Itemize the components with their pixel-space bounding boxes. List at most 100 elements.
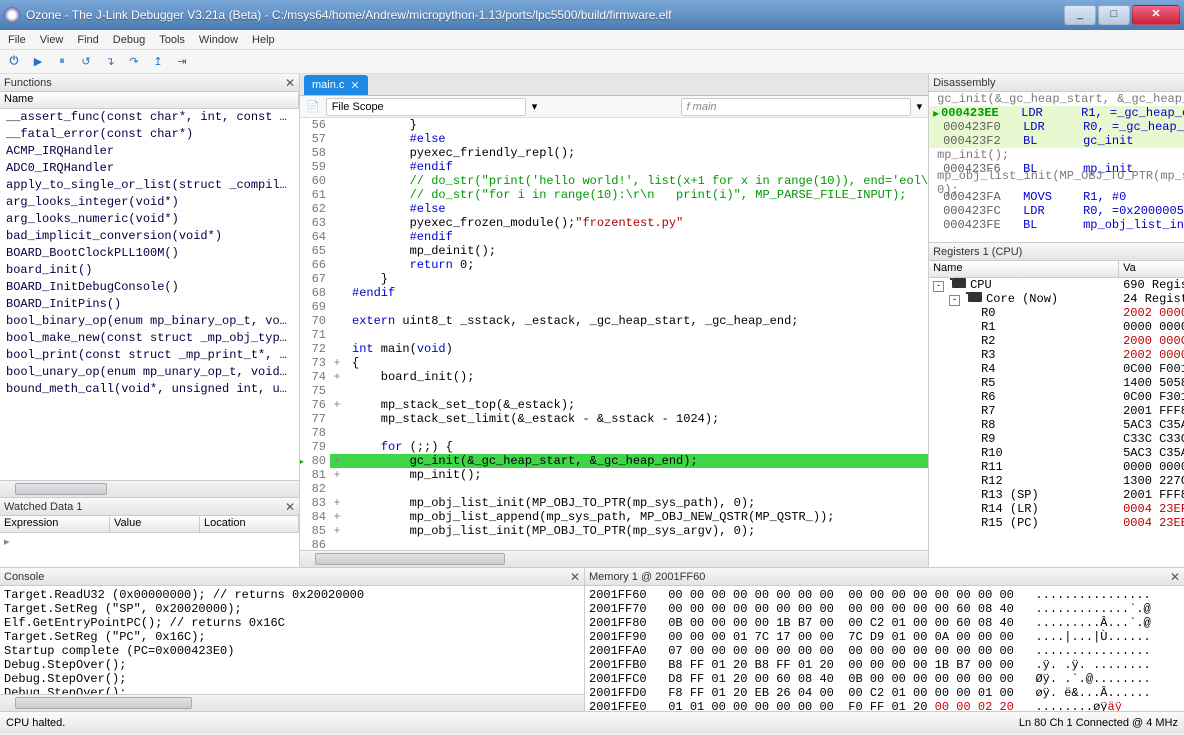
source-line[interactable]: 58 pyexec_friendly_repl();: [300, 146, 928, 160]
registers-body[interactable]: -CPU690 Registers-Core (Now)24 Registers…: [929, 278, 1184, 567]
close-icon[interactable]: ✕: [1170, 570, 1180, 584]
menu-file[interactable]: File: [8, 34, 26, 46]
register-row[interactable]: R10000 0000: [929, 320, 1184, 334]
function-item[interactable]: arg_looks_numeric(void*): [0, 211, 299, 228]
source-line[interactable]: 85+ mp_obj_list_init(MP_OBJ_TO_PTR(mp_sy…: [300, 524, 928, 538]
play-icon[interactable]: ▶: [30, 54, 46, 70]
close-icon[interactable]: ✕: [285, 76, 295, 90]
close-icon[interactable]: ✕: [570, 570, 580, 584]
source-line[interactable]: 70extern uint8_t _sstack, _estack, _gc_h…: [300, 314, 928, 328]
function-item[interactable]: bad_implicit_conversion(void*): [0, 228, 299, 245]
source-line[interactable]: 59 #endif: [300, 160, 928, 174]
register-row[interactable]: R105AC3 C35A: [929, 446, 1184, 460]
function-item[interactable]: bound_meth_call(void*, unsigned int, uns…: [0, 381, 299, 398]
function-item[interactable]: bool_binary_op(enum mp_binary_op_t, void…: [0, 313, 299, 330]
source-line[interactable]: 61 // do_str("for i in range(10):\r\n pr…: [300, 188, 928, 202]
source-line[interactable]: 74+ board_init();: [300, 370, 928, 384]
disasm-row[interactable]: ▸000423EELDRR1, =_gc_heap_end: [929, 106, 1184, 120]
function-item[interactable]: ADC0_IRQHandler: [0, 160, 299, 177]
source-line[interactable]: 77 mp_stack_set_limit(&_estack - &_sstac…: [300, 412, 928, 426]
disasm-row[interactable]: mp_obj_list_init(MP_OBJ_TO_PTR(mp_sys_pa…: [929, 176, 1184, 190]
reset-icon[interactable]: ↺: [78, 54, 94, 70]
memory-row[interactable]: 2001FF60 00 00 00 00 00 00 00 00 00 00 0…: [589, 588, 1180, 602]
function-item[interactable]: BOARD_BootClockPLL100M(): [0, 245, 299, 262]
close-tab-icon[interactable]: ✕: [350, 79, 359, 92]
console-output[interactable]: Target.ReadU32 (0x00000000); // returns …: [0, 586, 584, 694]
source-line[interactable]: 81+ mp_init();: [300, 468, 928, 482]
source-line[interactable]: 69: [300, 300, 928, 314]
register-row[interactable]: R40C00 F001: [929, 362, 1184, 376]
step-over-icon[interactable]: ↷: [126, 54, 142, 70]
function-combo[interactable]: [681, 98, 911, 116]
disasm-row[interactable]: 000423FEBLmp_obj_list_init: [929, 218, 1184, 232]
register-row[interactable]: R110000 0000: [929, 460, 1184, 474]
source-line[interactable]: 67 }: [300, 272, 928, 286]
register-row[interactable]: R85AC3 C35A: [929, 418, 1184, 432]
memory-row[interactable]: 2001FFE0 01 01 00 00 00 00 00 00 F0 FF 0…: [589, 700, 1180, 711]
console-hscroll[interactable]: [0, 694, 584, 711]
scope-combo[interactable]: [326, 98, 526, 116]
memory-row[interactable]: 2001FF90 00 00 00 01 7C 17 00 00 7C D9 0…: [589, 630, 1180, 644]
memory-row[interactable]: 2001FF70 00 00 00 00 00 00 00 00 00 00 0…: [589, 602, 1180, 616]
disassembly-view[interactable]: gc_init(&_gc_heap_start, &_gc_heap_end);…: [929, 92, 1184, 242]
source-line[interactable]: 86: [300, 538, 928, 550]
register-row[interactable]: R15 (PC)0004 23EE: [929, 516, 1184, 530]
register-row[interactable]: R51400 5058: [929, 376, 1184, 390]
source-editor[interactable]: 56 }57 #else58 pyexec_friendly_repl();59…: [300, 118, 928, 550]
step-into-icon[interactable]: ↴: [102, 54, 118, 70]
step-out-icon[interactable]: ↥: [150, 54, 166, 70]
source-line[interactable]: 84+ mp_obj_list_append(mp_sys_path, MP_O…: [300, 510, 928, 524]
source-line[interactable]: 63 pyexec_frozen_module();"frozentest.py…: [300, 216, 928, 230]
function-item[interactable]: __fatal_error(const char*): [0, 126, 299, 143]
register-row[interactable]: R72001 FFF8: [929, 404, 1184, 418]
window-close-button[interactable]: ✕: [1132, 5, 1180, 25]
source-line[interactable]: 68#endif: [300, 286, 928, 300]
memory-row[interactable]: 2001FFC0 D8 FF 01 20 00 60 08 40 0B 00 0…: [589, 672, 1180, 686]
function-item[interactable]: bool_print(const struct _mp_print_t*, vo…: [0, 347, 299, 364]
register-row[interactable]: R22000 000C: [929, 334, 1184, 348]
source-line[interactable]: 83+ mp_obj_list_init(MP_OBJ_TO_PTR(mp_sy…: [300, 496, 928, 510]
chevron-down-icon[interactable]: ▾: [917, 100, 923, 113]
source-line[interactable]: 56 }: [300, 118, 928, 132]
disasm-row[interactable]: 000423F0LDRR0, =_gc_heap_start: [929, 120, 1184, 134]
source-line[interactable]: 72int main(void): [300, 342, 928, 356]
source-line[interactable]: 65 mp_deinit();: [300, 244, 928, 258]
window-maximize-button[interactable]: □: [1098, 5, 1130, 25]
register-row[interactable]: R60C00 F301: [929, 390, 1184, 404]
function-item[interactable]: bool_unary_op(enum mp_unary_op_t, void*): [0, 364, 299, 381]
source-line[interactable]: 66 return 0;: [300, 258, 928, 272]
source-line[interactable]: 62 #else: [300, 202, 928, 216]
function-item[interactable]: ACMP_IRQHandler: [0, 143, 299, 160]
memory-row[interactable]: 2001FFA0 07 00 00 00 00 00 00 00 00 00 0…: [589, 644, 1180, 658]
source-line[interactable]: 79 for (;;) {: [300, 440, 928, 454]
source-line[interactable]: 78: [300, 426, 928, 440]
register-row[interactable]: R32002 0000: [929, 348, 1184, 362]
run-to-icon[interactable]: ⇥: [174, 54, 190, 70]
chevron-down-icon[interactable]: ▾: [532, 100, 538, 113]
pause-icon[interactable]: ⏸: [54, 54, 70, 70]
editor-hscroll[interactable]: [300, 550, 928, 567]
memory-view[interactable]: 2001FF60 00 00 00 00 00 00 00 00 00 00 0…: [585, 586, 1184, 711]
memory-row[interactable]: 2001FFB0 B8 FF 01 20 B8 FF 01 20 00 00 0…: [589, 658, 1180, 672]
register-row[interactable]: R14 (LR)0004 23EF: [929, 502, 1184, 516]
menu-debug[interactable]: Debug: [113, 34, 145, 46]
function-item[interactable]: board_init(): [0, 262, 299, 279]
power-icon[interactable]: ⏻: [6, 54, 22, 70]
memory-row[interactable]: 2001FF80 0B 00 00 00 00 1B B7 00 00 C2 0…: [589, 616, 1180, 630]
source-line[interactable]: 71: [300, 328, 928, 342]
menu-view[interactable]: View: [40, 34, 64, 46]
tab-main-c[interactable]: main.c ✕: [304, 75, 368, 95]
memory-row[interactable]: 2001FFD0 F8 FF 01 20 EB 26 04 00 00 C2 0…: [589, 686, 1180, 700]
window-minimize-button[interactable]: _: [1064, 5, 1096, 25]
source-line[interactable]: 64 #endif: [300, 230, 928, 244]
menu-tools[interactable]: Tools: [159, 34, 185, 46]
source-line[interactable]: 80+▸ gc_init(&_gc_heap_start, &_gc_heap_…: [300, 454, 928, 468]
function-item[interactable]: apply_to_single_or_list(struct _compiler…: [0, 177, 299, 194]
functions-hscroll[interactable]: [0, 480, 299, 497]
source-line[interactable]: 82: [300, 482, 928, 496]
function-item[interactable]: BOARD_InitDebugConsole(): [0, 279, 299, 296]
function-item[interactable]: bool_make_new(const struct _mp_obj_type_…: [0, 330, 299, 347]
menu-find[interactable]: Find: [77, 34, 98, 46]
menu-window[interactable]: Window: [199, 34, 238, 46]
disasm-row[interactable]: 000423F2BLgc_init: [929, 134, 1184, 148]
